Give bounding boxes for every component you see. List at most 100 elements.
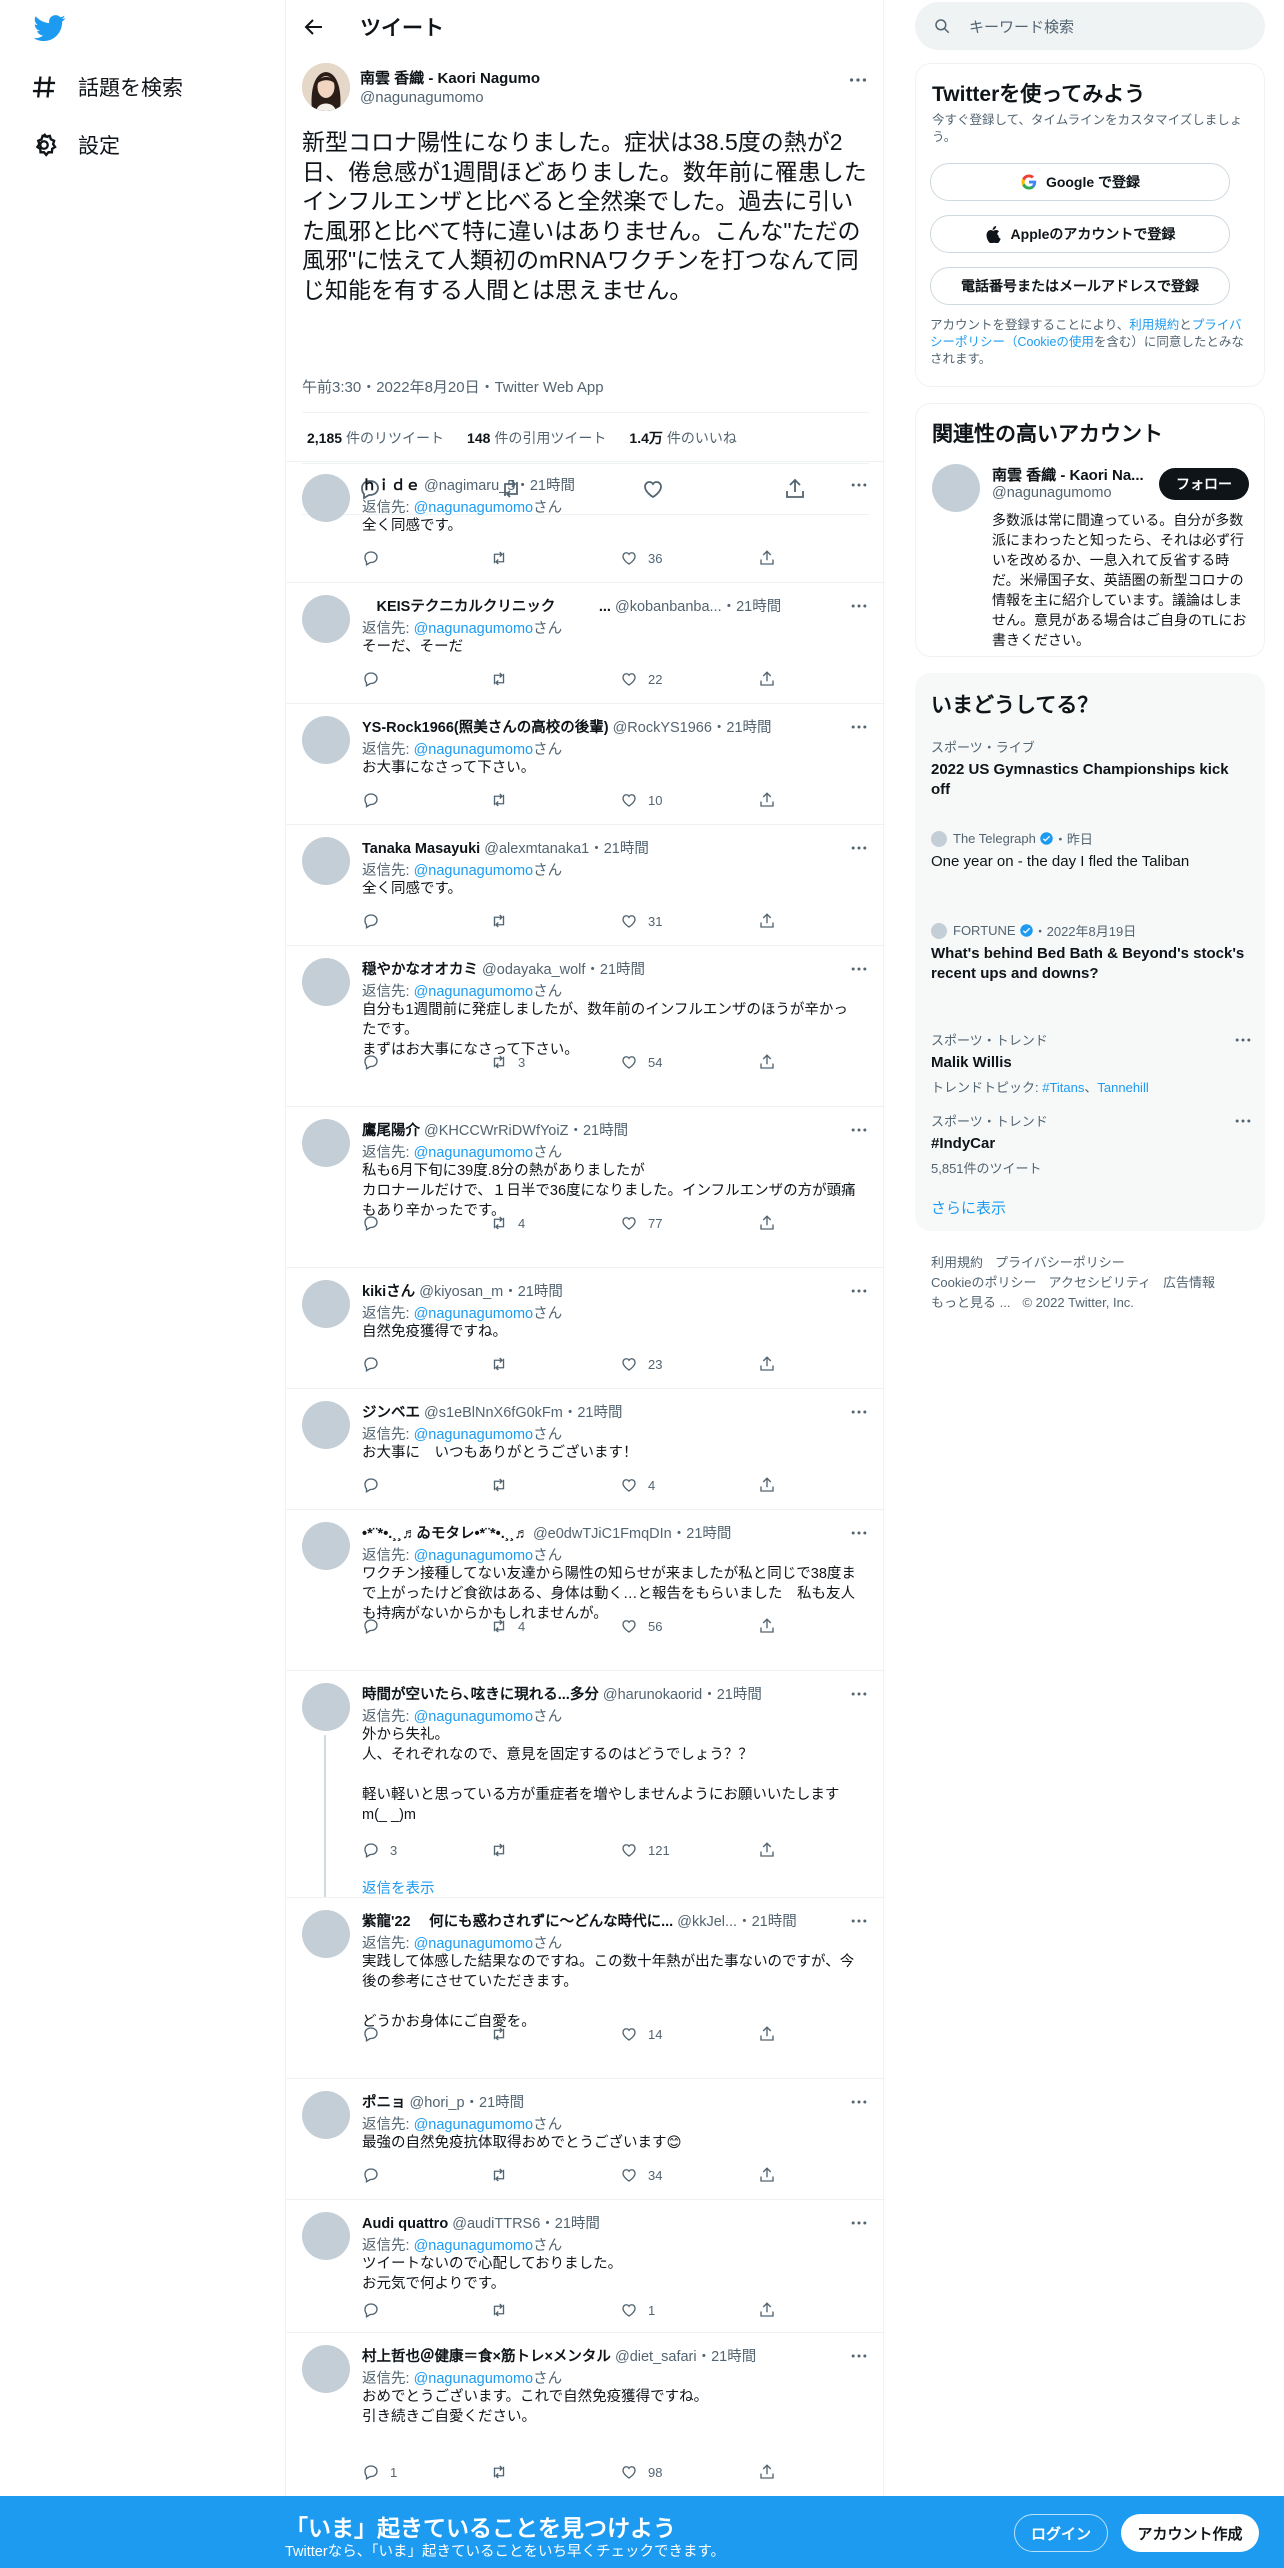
more-icon[interactable] [849, 1911, 869, 1931]
like-button[interactable]: 121 [620, 1841, 670, 1859]
reply-to-mention[interactable]: @nagunagumomo [414, 1936, 534, 1952]
more-icon[interactable] [849, 1684, 869, 1704]
like-button[interactable]: 54 [620, 1053, 662, 1071]
trend-item[interactable]: スポーツ・ライブ 2022 US Gymnastics Championship… [931, 737, 1251, 800]
retweet-button[interactable] [490, 549, 518, 567]
reply-handle-time[interactable]: @hori_p・21時間 [410, 2095, 525, 2111]
relevant-avatar[interactable] [932, 464, 980, 512]
like-button[interactable]: 31 [620, 912, 662, 930]
reply-button[interactable]: 3 [362, 1841, 397, 1859]
like-button[interactable]: 14 [620, 2025, 662, 2043]
trend-topic-link[interactable]: Tannehill [1097, 1080, 1148, 1095]
reply-handle-time[interactable]: @KHCCWrRiDWfYoiZ・21時間 [424, 1123, 628, 1139]
reply-avatar[interactable] [302, 1910, 350, 1958]
reply-to-mention[interactable]: @nagunagumomo [414, 500, 534, 516]
reply-avatar[interactable] [302, 1522, 350, 1570]
more-icon[interactable] [849, 2092, 869, 2112]
reply-to-mention[interactable]: @nagunagumomo [414, 742, 534, 758]
nav-settings[interactable]: 設定 [30, 125, 120, 165]
trend-item[interactable]: FORTUNE ・2022年8月19日 What's behind Bed Ba… [931, 921, 1251, 984]
like-button[interactable]: 36 [620, 549, 662, 567]
share-button[interactable] [758, 670, 786, 688]
phone-email-signup-button[interactable]: 電話番号またはメールアドレスで登録 [930, 267, 1230, 305]
more-icon[interactable] [849, 717, 869, 737]
reply-handle-time[interactable]: @kkJel...・21時間 [677, 1914, 796, 1930]
retweet-button[interactable] [490, 912, 518, 930]
reply-to-mention[interactable]: @nagunagumomo [414, 1548, 534, 1564]
trend-item[interactable]: The Telegraph ・昨日 One year on - the day … [931, 829, 1251, 872]
reply-button[interactable] [362, 670, 390, 688]
retweet-button[interactable]: 4 [490, 1617, 525, 1635]
reply-handle-time[interactable]: @kiyosan_m・21時間 [419, 1284, 563, 1300]
reply-author-name[interactable]: •*¨*•.¸¸♬ゐモタレ•*¨*•.¸¸♬ [362, 1526, 529, 1542]
nav-explore[interactable]: 話題を検索 [30, 67, 183, 107]
reply-author-name[interactable]: 穏やかなオオカミ [362, 962, 478, 978]
reply-button[interactable] [362, 791, 390, 809]
footer-link[interactable]: アクセシビリティ [1048, 1275, 1151, 1290]
share-button[interactable] [758, 1617, 786, 1635]
reply-author-name[interactable]: 時間が空いたら､呟きに現れる...多分 [362, 1687, 599, 1703]
reply-button[interactable] [362, 1053, 390, 1071]
retweet-button[interactable] [490, 791, 518, 809]
reply-to-mention[interactable]: @nagunagumomo [414, 2371, 534, 2387]
reply-tweet[interactable]: ジンベエ @s1eBlNnX6fG0kFm・21時間 返信先: @nagunagu… [286, 1388, 885, 1509]
relevant-handle[interactable]: @nagunagumomo [992, 485, 1112, 501]
retweet-button[interactable]: 3 [490, 1053, 525, 1071]
share-button[interactable] [758, 549, 786, 567]
reply-to-mention[interactable]: @nagunagumomo [414, 863, 534, 879]
quote-count[interactable]: 148 件の引用ツイート [467, 428, 606, 448]
google-signup-button[interactable]: Google で登録 [930, 163, 1230, 201]
focal-avatar[interactable] [302, 63, 350, 111]
reply-tweet[interactable]: 穏やかなオオカミ @odayaka_wolf・21時間 返信先: @nagunag… [286, 945, 885, 1106]
like-button[interactable]: 34 [620, 2166, 662, 2184]
reply-tweet[interactable]: YS-Rock1966(照美さんの高校の後輩) @RockYS1966・21時間… [286, 703, 885, 824]
reply-avatar[interactable] [302, 1119, 350, 1167]
reply-button[interactable] [362, 912, 390, 930]
back-arrow-icon[interactable] [302, 15, 326, 39]
reply-tweet[interactable]: 村上哲也＠健康＝食×筋トレ×メンタル @diet_safari・21時間 返信先:… [286, 2332, 885, 2496]
reply-tweet[interactable]: 鷹尾陽介 @KHCCWrRiDWfYoiZ・21時間 返信先: @nagunagu… [286, 1106, 885, 1267]
reply-button[interactable] [362, 2025, 390, 2043]
footer-link[interactable]: プライバシーポリシー [995, 1255, 1125, 1270]
reply-button[interactable] [362, 1476, 390, 1494]
reply-tweet[interactable]: kikiさん @kiyosan_m・21時間 返信先: @nagunagumomo… [286, 1267, 885, 1388]
retweet-button[interactable] [490, 1841, 518, 1859]
reply-handle-time[interactable]: @nagimaru_5・21時間 [424, 478, 575, 494]
retweet-button[interactable] [490, 2025, 518, 2043]
reply-avatar[interactable] [302, 595, 350, 643]
share-button[interactable] [758, 2025, 786, 2043]
reply-tweet[interactable]: 時間が空いたら､呟きに現れる...多分 @harunokaorid・21時間 返信… [286, 1670, 885, 1898]
more-icon[interactable] [849, 596, 869, 616]
reply-handle-time[interactable]: @kobanbanba...・21時間 [615, 599, 781, 615]
show-more-link[interactable]: さらに表示 [931, 1197, 1006, 1218]
reply-tweet[interactable]: Tanaka Masayuki @alexmtanaka1・21時間 返信先: @… [286, 824, 885, 945]
reply-avatar[interactable] [302, 2212, 350, 2260]
retweet-button[interactable]: 4 [490, 1214, 525, 1232]
reply-handle-time[interactable]: @odayaka_wolf・21時間 [482, 962, 645, 978]
more-icon[interactable] [1233, 1030, 1253, 1050]
reply-handle-time[interactable]: @alexmtanaka1・21時間 [484, 841, 649, 857]
reply-button[interactable] [362, 549, 390, 567]
reply-author-name[interactable]: Audi quattro [362, 2216, 448, 2232]
reply-button[interactable] [362, 1355, 390, 1373]
footer-link[interactable]: 広告情報 [1163, 1275, 1215, 1290]
more-icon[interactable] [847, 69, 869, 91]
footer-link[interactable]: もっと見る ... [931, 1295, 1010, 1310]
more-icon[interactable] [849, 2346, 869, 2366]
reply-to-mention[interactable]: @nagunagumomo [414, 984, 534, 1000]
reply-tweet[interactable]: KEISテクニカルクリニック ... @kobanbanba...・21時間 返信… [286, 582, 885, 703]
search-box[interactable]: キーワード検索 [915, 2, 1265, 50]
like-button[interactable]: 56 [620, 1617, 662, 1635]
reply-author-name[interactable]: Tanaka Masayuki [362, 841, 480, 857]
retweet-button[interactable] [490, 1476, 518, 1494]
terms-link[interactable]: 利用規約 [1129, 318, 1179, 332]
more-icon[interactable] [849, 1281, 869, 1301]
reply-avatar[interactable] [302, 1280, 350, 1328]
reply-to-mention[interactable]: @nagunagumomo [414, 2238, 534, 2254]
like-count[interactable]: 1.4万 件のいいね [629, 428, 736, 448]
like-button[interactable]: 23 [620, 1355, 662, 1373]
more-icon[interactable] [849, 838, 869, 858]
retweet-count[interactable]: 2,185 件のリツイート [307, 428, 444, 448]
retweet-button[interactable] [490, 2463, 518, 2481]
share-button[interactable] [758, 2463, 786, 2481]
